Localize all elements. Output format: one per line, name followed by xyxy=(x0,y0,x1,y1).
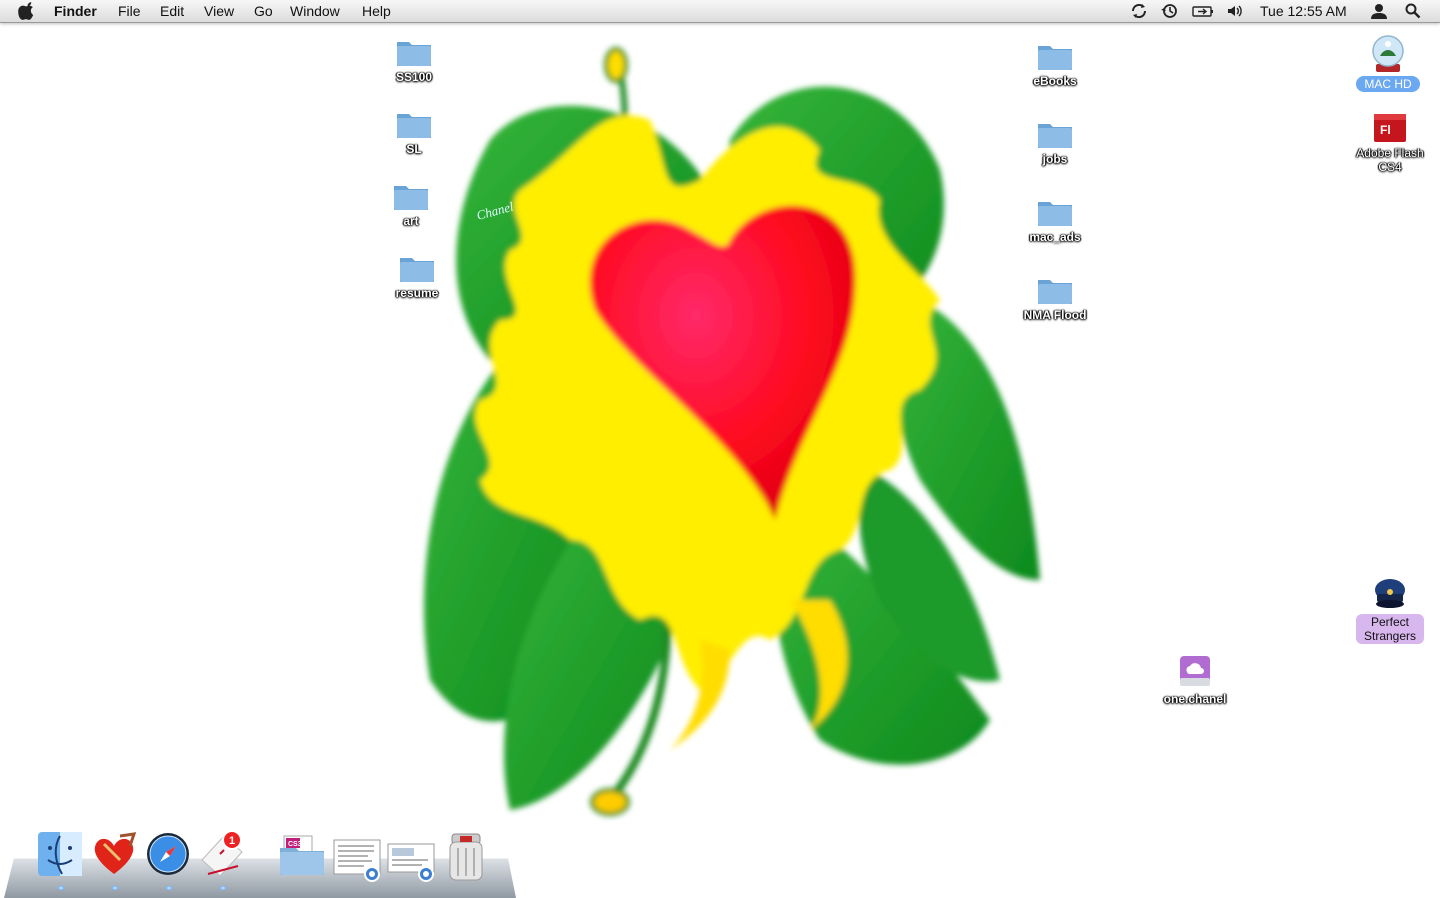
dock-item-documents-stack[interactable] xyxy=(332,830,382,886)
folder-icon xyxy=(400,258,434,282)
dock-item-trash[interactable] xyxy=(442,830,492,886)
desktop-icon-label: one.chanel xyxy=(1163,692,1227,706)
label-line-2: Strangers xyxy=(1363,629,1417,643)
unread-badge: 1 xyxy=(222,830,242,850)
volume-icon[interactable] xyxy=(1226,3,1244,19)
desktop-icon-label: MAC HD xyxy=(1356,76,1420,92)
desktop-folder-ss100[interactable]: SS100 xyxy=(369,36,459,86)
desktop-icon-label: art xyxy=(403,214,419,228)
desktop-icon-label: resume xyxy=(395,286,439,300)
desktop-icon-label: eBooks xyxy=(1033,74,1077,88)
trash-icon xyxy=(449,833,483,881)
running-indicator xyxy=(166,886,172,890)
svg-text:Fl: Fl xyxy=(1380,123,1391,137)
folder-icon xyxy=(394,186,428,210)
label-line-2: CS4 xyxy=(1378,160,1402,174)
label-line-1: Adobe Flash xyxy=(1356,146,1424,160)
spotlight-icon[interactable] xyxy=(1404,3,1422,19)
folder-icon xyxy=(397,42,431,66)
desktop-folder-sl[interactable]: SL xyxy=(369,108,459,158)
downloads-stack-icon xyxy=(387,843,435,882)
menu-clock[interactable]: Tue 12:55 AM xyxy=(1260,3,1347,19)
hard-drive-icon xyxy=(1372,35,1404,72)
desktop-mac-hd[interactable]: MAC HD xyxy=(1343,34,1433,93)
apple-menu-icon[interactable] xyxy=(18,2,36,20)
desktop-folder-mac-ads[interactable]: mac_ads xyxy=(1010,196,1100,246)
pilot-hat-icon xyxy=(1375,579,1405,608)
desktop-icon-label: Adobe Flash CS4 xyxy=(1356,146,1423,174)
battery-icon[interactable] xyxy=(1192,3,1214,19)
running-indicator xyxy=(58,886,64,890)
label-line-1: Perfect xyxy=(1370,615,1409,629)
applications-folder-icon: CS3 xyxy=(280,835,324,875)
folder-icon xyxy=(1038,124,1072,148)
flash-app-icon: Fl xyxy=(1374,114,1406,142)
svg-text:CS3: CS3 xyxy=(288,841,302,848)
menu-file[interactable]: File xyxy=(118,3,141,19)
dock-item-finder[interactable] xyxy=(36,830,86,890)
heart-app-icon xyxy=(94,832,137,874)
desktop-folder-resume[interactable]: resume xyxy=(372,252,462,302)
dock: 1 CS3 xyxy=(0,820,520,898)
desktop-one-chanel[interactable]: one.chanel xyxy=(1150,654,1240,708)
user-icon[interactable] xyxy=(1370,3,1388,19)
desktop-icon-label: SS100 xyxy=(395,70,433,84)
finder-icon xyxy=(38,832,82,876)
safari-icon xyxy=(147,833,189,875)
menu-bar: Finder File Edit View Go Window Help Tue… xyxy=(0,0,1440,23)
menu-help[interactable]: Help xyxy=(362,3,391,19)
documents-stack-icon xyxy=(333,839,381,882)
dock-item-applications-folder[interactable]: CS3 xyxy=(278,830,328,886)
folder-icon xyxy=(1038,202,1072,226)
dock-item-downloads-stack[interactable] xyxy=(386,830,436,886)
menu-go[interactable]: Go xyxy=(254,3,273,19)
running-indicator xyxy=(112,886,118,890)
sync-icon[interactable] xyxy=(1130,3,1148,19)
desktop-icon-label: NMA Flood xyxy=(1023,308,1087,322)
desktop-perfect-strangers[interactable]: Perfect Strangers xyxy=(1345,574,1435,645)
desktop-folder-art[interactable]: art xyxy=(366,180,456,230)
cloud-drive-icon xyxy=(1180,656,1210,686)
desktop-folder-jobs[interactable]: jobs xyxy=(1010,118,1100,168)
folder-icon xyxy=(1038,280,1072,304)
menu-window[interactable]: Window xyxy=(290,3,340,19)
folder-icon xyxy=(397,114,431,138)
menu-view[interactable]: View xyxy=(204,3,234,19)
time-machine-icon[interactable] xyxy=(1160,3,1178,19)
desktop-icon-label: jobs xyxy=(1042,152,1068,166)
desktop-adobe-flash-cs4[interactable]: Fl Adobe Flash CS4 xyxy=(1345,110,1435,176)
app-menu-finder[interactable]: Finder xyxy=(54,3,97,19)
desktop-icon-label: SL xyxy=(406,142,422,156)
desktop-icon-label: mac_ads xyxy=(1029,230,1081,244)
desktop-folder-nma-flood[interactable]: NMA Flood xyxy=(1010,274,1100,324)
heart-flower-wallpaper: Chanel xyxy=(424,47,1040,816)
folder-icon xyxy=(1038,46,1072,70)
running-indicator xyxy=(220,886,226,890)
desktop-icon-label: Perfect Strangers xyxy=(1355,614,1425,644)
dock-item-safari[interactable] xyxy=(144,830,194,890)
desktop-folder-ebooks[interactable]: eBooks xyxy=(1010,40,1100,90)
dock-item-heart-app[interactable] xyxy=(90,830,140,890)
dock-item-mail[interactable]: 1 xyxy=(198,830,248,890)
menu-edit[interactable]: Edit xyxy=(160,3,184,19)
